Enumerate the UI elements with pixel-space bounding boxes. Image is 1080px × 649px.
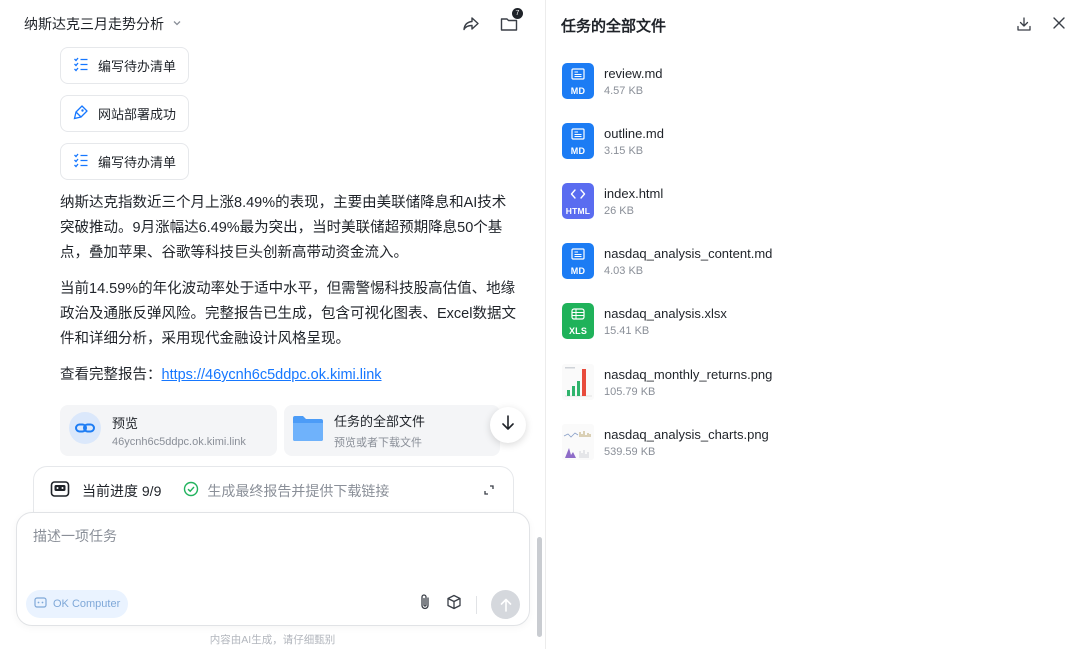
download-icon[interactable] (1016, 16, 1032, 37)
file-item-analysis-content-md[interactable]: MD nasdaq_analysis_content.md 4.03 KB (562, 241, 772, 281)
file-item-index-html[interactable]: HTML index.html 26 KB (562, 181, 663, 221)
chat-scrollbar[interactable] (537, 537, 542, 637)
task-input[interactable]: 描述一项任务 (33, 526, 117, 546)
file-item-monthly-returns-png[interactable]: nasdaq_monthly_returns.png 105.79 KB (562, 362, 772, 402)
file-item-analysis-charts-png[interactable]: nasdaq_analysis_charts.png 539.59 KB (562, 422, 769, 462)
all-files-card-subtitle: 预览或者下载文件 (334, 437, 422, 449)
ok-computer-label: OK Computer (53, 598, 121, 610)
files-count-badge: 7 (512, 8, 523, 19)
close-icon[interactable] (1052, 16, 1066, 37)
current-task-text: 生成最终报告并提供下载链接 (207, 483, 390, 499)
file-name: outline.md (604, 125, 664, 141)
conversation-title[interactable]: 纳斯达克三月走势分析 (24, 14, 182, 34)
file-item-analysis-xlsx[interactable]: XLS nasdaq_analysis.xlsx 15.41 KB (562, 301, 727, 341)
file-size: 15.41 KB (604, 324, 650, 337)
file-name: nasdaq_monthly_returns.png (604, 366, 773, 382)
report-link-prefix: 查看完整报告： (60, 367, 162, 383)
message-paragraph-2: 当前14.59%的年化波动率处于适中水平，但需警惕科技股高估值、地缘政治及通胀反… (60, 281, 516, 347)
chip-label: 编写待办清单 (98, 59, 177, 74)
step-chip-todo-2[interactable]: 编写待办清单 (60, 143, 190, 180)
message-paragraph-3: 查看完整报告：https://46ycnh6c5ddpc.ok.kimi.lin… (60, 363, 520, 388)
progress-panel[interactable]: 当前进度 9/9 生成最终报告并提供下载链接 (33, 466, 514, 516)
preview-card-subtitle: 46ycnh6c5ddpc.ok.kimi.link (112, 436, 246, 448)
file-type-tag: MD (570, 146, 586, 156)
computer-icon (34, 596, 47, 612)
file-name: nasdaq_analysis_charts.png (604, 426, 769, 442)
checklist-icon (73, 152, 89, 171)
expand-icon[interactable] (483, 483, 495, 501)
task-composer: 描述一项任务 OK Computer (16, 512, 530, 626)
scroll-to-bottom-button[interactable] (490, 407, 526, 443)
file-item-review-md[interactable]: MD review.md 4.57 KB (562, 61, 663, 101)
chip-label: 网站部署成功 (98, 107, 177, 122)
markdown-file-icon: MD (562, 123, 594, 159)
file-item-outline-md[interactable]: MD outline.md 3.15 KB (562, 121, 664, 161)
files-panel: 任务的全部文件 MD review.md 4.57 KB MD outline.… (546, 0, 1080, 649)
files-panel-actions (1016, 16, 1066, 37)
all-files-card[interactable]: 任务的全部文件 预览或者下载文件 (284, 405, 500, 456)
chat-pane: 纳斯达克三月走势分析 7 编写待办清单 网站部署成功 编写待办清单 纳斯达克指数… (0, 0, 545, 649)
charts-thumbnail-icon (562, 424, 594, 460)
conversation-title-text: 纳斯达克三月走势分析 (24, 16, 164, 32)
preview-card-title: 预览 (112, 416, 139, 431)
step-chip-todo[interactable]: 编写待办清单 (60, 47, 190, 84)
link-icon (68, 411, 102, 450)
file-type-tag: MD (570, 86, 586, 96)
file-size: 26 KB (604, 204, 634, 217)
progress-label: 当前进度 9/9 (82, 483, 162, 499)
markdown-file-icon: MD (562, 63, 594, 99)
check-circle-icon (183, 481, 199, 502)
arrow-down-icon (501, 414, 515, 436)
deploy-icon (73, 104, 89, 123)
send-button[interactable] (491, 590, 520, 619)
step-chip-deploy[interactable]: 网站部署成功 (60, 95, 190, 132)
composer-actions (418, 590, 520, 619)
file-type-tag: XLS (568, 326, 588, 336)
file-type-tag: HTML (565, 206, 591, 216)
all-files-card-title: 任务的全部文件 (334, 414, 426, 429)
message-paragraph-1: 纳斯达克指数近三个月上涨8.49%的表现，主要由美联储降息和AI技术突破推动。9… (60, 195, 507, 261)
cube-icon[interactable] (446, 594, 462, 615)
header-actions: 7 (461, 8, 523, 34)
markdown-file-icon: MD (562, 243, 594, 279)
ok-computer-mode-button[interactable]: OK Computer (26, 590, 129, 618)
checklist-icon (73, 56, 89, 75)
file-size: 4.57 KB (604, 84, 644, 97)
file-name: index.html (604, 185, 664, 201)
share-icon[interactable] (461, 14, 481, 34)
html-file-icon: HTML (562, 183, 594, 219)
bar-chart-thumbnail-icon (562, 364, 594, 400)
preview-card[interactable]: 预览 46ycnh6c5ddpc.ok.kimi.link (60, 405, 277, 456)
file-type-tag: MD (570, 266, 586, 276)
app-window: 纳斯达克三月走势分析 7 编写待办清单 网站部署成功 编写待办清单 纳斯达克指数… (0, 0, 1080, 649)
ai-disclaimer: 内容由AI生成，请仔细甄别 (209, 634, 336, 646)
file-name: nasdaq_analysis_content.md (604, 245, 773, 261)
file-size: 105.79 KB (604, 385, 656, 398)
spreadsheet-file-icon: XLS (562, 303, 594, 339)
chip-label: 编写待办清单 (98, 155, 177, 170)
folder-icon (292, 414, 324, 447)
file-size: 539.59 KB (604, 445, 656, 458)
file-size: 3.15 KB (604, 144, 644, 157)
file-name: review.md (604, 65, 663, 81)
files-folder-icon[interactable]: 7 (499, 8, 523, 34)
robot-icon (50, 480, 70, 503)
composer-divider (476, 595, 477, 614)
file-name: nasdaq_analysis.xlsx (604, 305, 727, 321)
file-size: 4.03 KB (604, 264, 644, 277)
report-link[interactable]: https://46ycnh6c5ddpc.ok.kimi.link (162, 367, 382, 383)
chevron-down-icon (172, 18, 182, 31)
files-panel-title: 任务的全部文件 (561, 18, 667, 35)
paperclip-icon[interactable] (418, 593, 432, 616)
